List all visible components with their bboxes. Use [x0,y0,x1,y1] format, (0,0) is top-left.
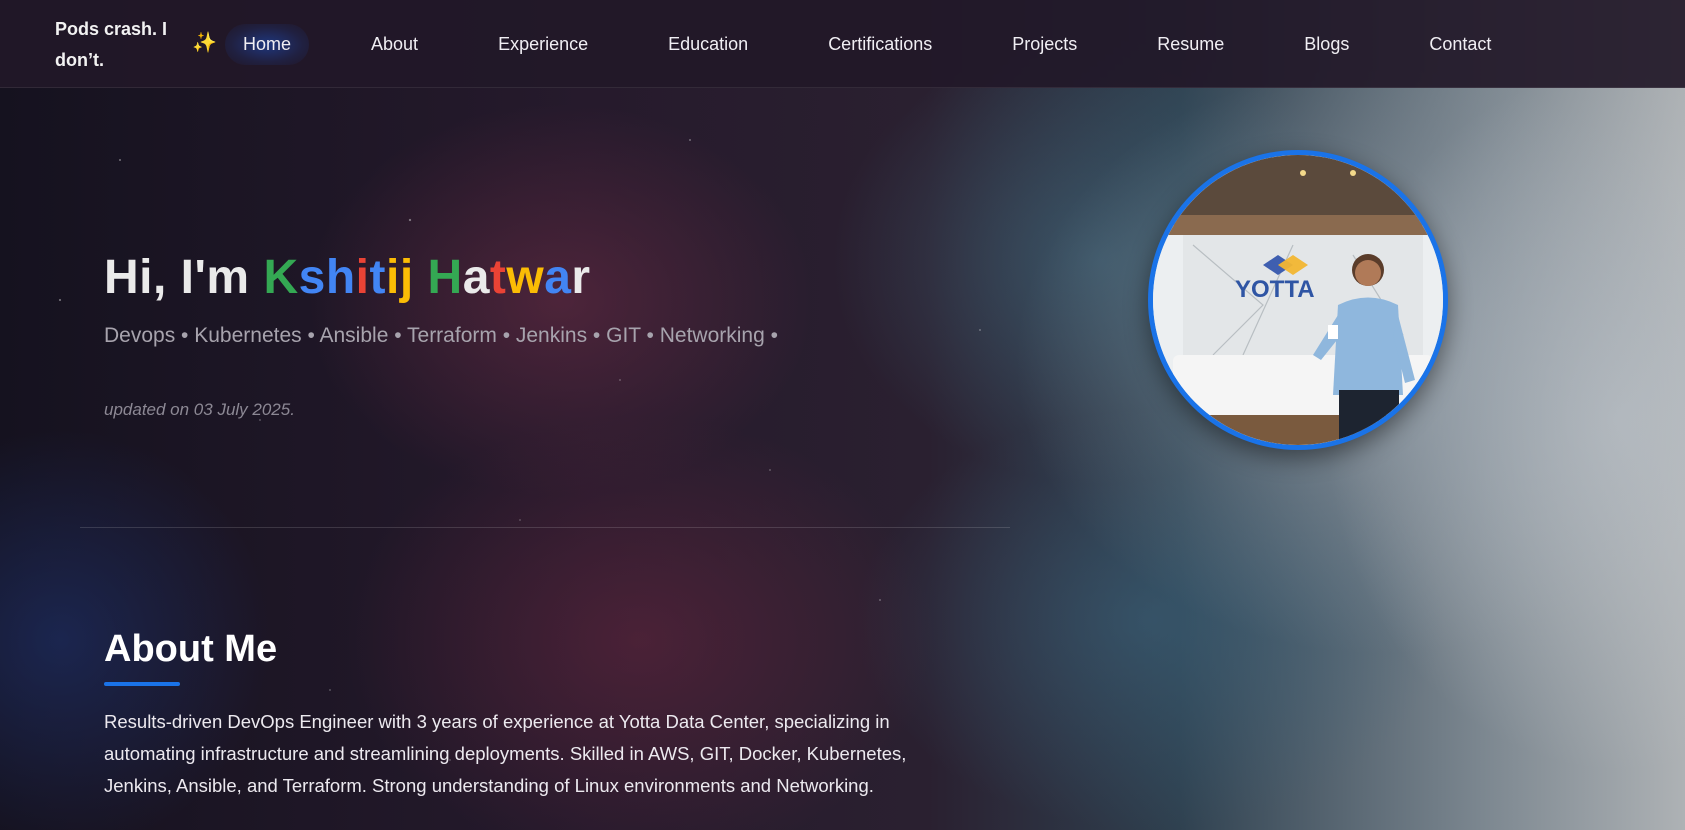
hero-title: Hi, I'm Kshitij Hatwar [104,250,591,305]
svg-text:YOTTA: YOTTA [1235,276,1315,303]
section-divider [80,527,1010,528]
hero-greeting: Hi, I'm [104,251,250,304]
hero-name-letter: a [544,251,572,304]
portfolio-page: Pods crash. I don’t. ✨ Home About Experi… [0,0,1685,830]
hero-name-letter [414,251,428,304]
hero-name-letter: s [298,251,326,304]
nav-contact[interactable]: Contact [1411,24,1509,65]
about-heading: About Me [104,628,278,670]
hero-name-letter: H [427,251,463,304]
hero-skills: Devops • Kubernetes • Ansible • Terrafor… [104,324,778,347]
about-heading-underline [104,682,180,686]
hero-name-letter: i [355,251,370,304]
nav-experience[interactable]: Experience [480,24,606,65]
hero-name-letter: t [369,251,386,304]
hero-name-letter: h [325,251,356,304]
hero-name-letter: w [506,251,545,304]
nav-certifications[interactable]: Certifications [810,24,950,65]
nav-projects[interactable]: Projects [994,24,1095,65]
nav-education[interactable]: Education [650,24,766,65]
nav-about[interactable]: About [353,24,436,65]
hero-name-letter: a [462,251,490,304]
brand-tagline[interactable]: Pods crash. I don’t. [55,14,185,76]
nav-blogs[interactable]: Blogs [1286,24,1367,65]
hero-name: Kshitij Hatwar [263,251,590,304]
hero-name-letter: r [571,251,591,304]
profile-photo: YOTTA [1148,150,1448,450]
nav-links: Home About Experience Education Certific… [205,0,1553,88]
last-updated: updated on 03 July 2025. [104,400,295,419]
nav-home[interactable]: Home [225,23,310,65]
top-navbar: Pods crash. I don’t. ✨ Home About Experi… [0,0,1685,88]
hero-name-letter: t [489,251,507,304]
hero-name-letter: j [399,251,414,304]
hero-name-letter: i [385,251,400,304]
nav-resume[interactable]: Resume [1139,24,1242,65]
hero-name-letter: K [263,251,299,304]
about-text: Results-driven DevOps Engineer with 3 ye… [104,711,907,796]
